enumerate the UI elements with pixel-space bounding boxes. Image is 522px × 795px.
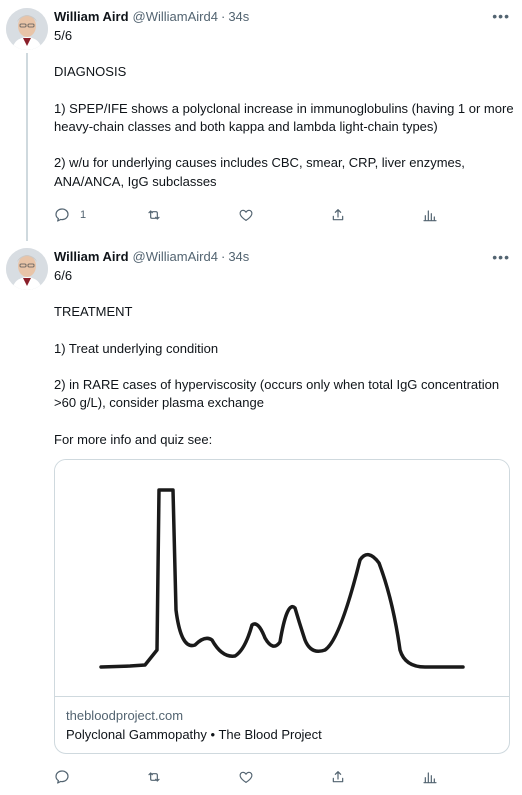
- card-domain: thebloodproject.com: [66, 708, 184, 724]
- card-title: Polyclonal Gammopathy • The Blood Projec…: [66, 727, 322, 743]
- reply-button[interactable]: 1: [54, 207, 146, 223]
- link-preview-card[interactable]: thebloodproject.com Polyclonal Gammopath…: [54, 459, 510, 755]
- tweet-left-column: [6, 248, 48, 792]
- analytics-icon: [423, 210, 437, 222]
- share-button[interactable]: [330, 207, 422, 223]
- card-image-electrophoresis: [55, 460, 509, 698]
- retweet-button[interactable]: [146, 769, 238, 785]
- timestamp[interactable]: 34s: [228, 248, 249, 266]
- more-horizontal-icon[interactable]: •••: [492, 8, 510, 24]
- avatar[interactable]: [6, 8, 48, 50]
- tweet-text: 6/6 TREATMENT 1) Treat underlying condit…: [54, 268, 500, 447]
- tweet-content: William Aird @WilliamAird4 · 34s ••• 5/6…: [48, 8, 522, 241]
- tweet-actions: 1: [54, 200, 514, 230]
- separator-dot: ·: [220, 9, 226, 24]
- retweet-icon: [148, 210, 160, 220]
- analytics-icon: [423, 772, 437, 784]
- tweet-actions: [54, 762, 514, 792]
- author-name[interactable]: William Aird: [54, 8, 129, 26]
- share-icon: [332, 208, 344, 221]
- tweet-6-of-6[interactable]: William Aird @WilliamAird4 · 34s ••• 6/6…: [0, 241, 522, 792]
- card-body: thebloodproject.com Polyclonal Gammopath…: [55, 697, 509, 753]
- tweet-text: 5/6 DIAGNOSIS 1) SPEP/IFE shows a polycl…: [54, 28, 514, 189]
- tweet-header: William Aird @WilliamAird4 · 34s: [54, 8, 514, 26]
- retweet-icon: [148, 772, 160, 782]
- reply-icon: [55, 208, 69, 222]
- share-icon: [332, 771, 344, 783]
- analytics-button[interactable]: [422, 207, 514, 223]
- author-handle[interactable]: @WilliamAird4: [133, 8, 218, 26]
- tweet-left-column: [6, 8, 48, 241]
- tweet-5-of-6[interactable]: William Aird @WilliamAird4 · 34s ••• 5/6…: [0, 0, 522, 241]
- heart-icon: [239, 209, 253, 221]
- like-button[interactable]: [238, 769, 330, 785]
- reply-icon: [55, 770, 69, 784]
- avatar[interactable]: [6, 248, 48, 290]
- heart-icon: [239, 771, 253, 783]
- author-name[interactable]: William Aird: [54, 248, 129, 266]
- separator-dot: ·: [220, 249, 226, 264]
- tweet-content: William Aird @WilliamAird4 · 34s ••• 6/6…: [48, 248, 522, 792]
- retweet-button[interactable]: [146, 207, 238, 223]
- like-button[interactable]: [238, 207, 330, 223]
- analytics-button[interactable]: [422, 769, 514, 785]
- reply-button[interactable]: [54, 769, 146, 785]
- reply-count: 1: [80, 208, 87, 221]
- author-handle[interactable]: @WilliamAird4: [133, 248, 218, 266]
- more-horizontal-icon[interactable]: •••: [492, 249, 510, 265]
- tweet-header: William Aird @WilliamAird4 · 34s: [54, 248, 514, 266]
- thread-line: [26, 53, 28, 241]
- share-button[interactable]: [330, 769, 422, 785]
- timestamp[interactable]: 34s: [228, 8, 249, 26]
